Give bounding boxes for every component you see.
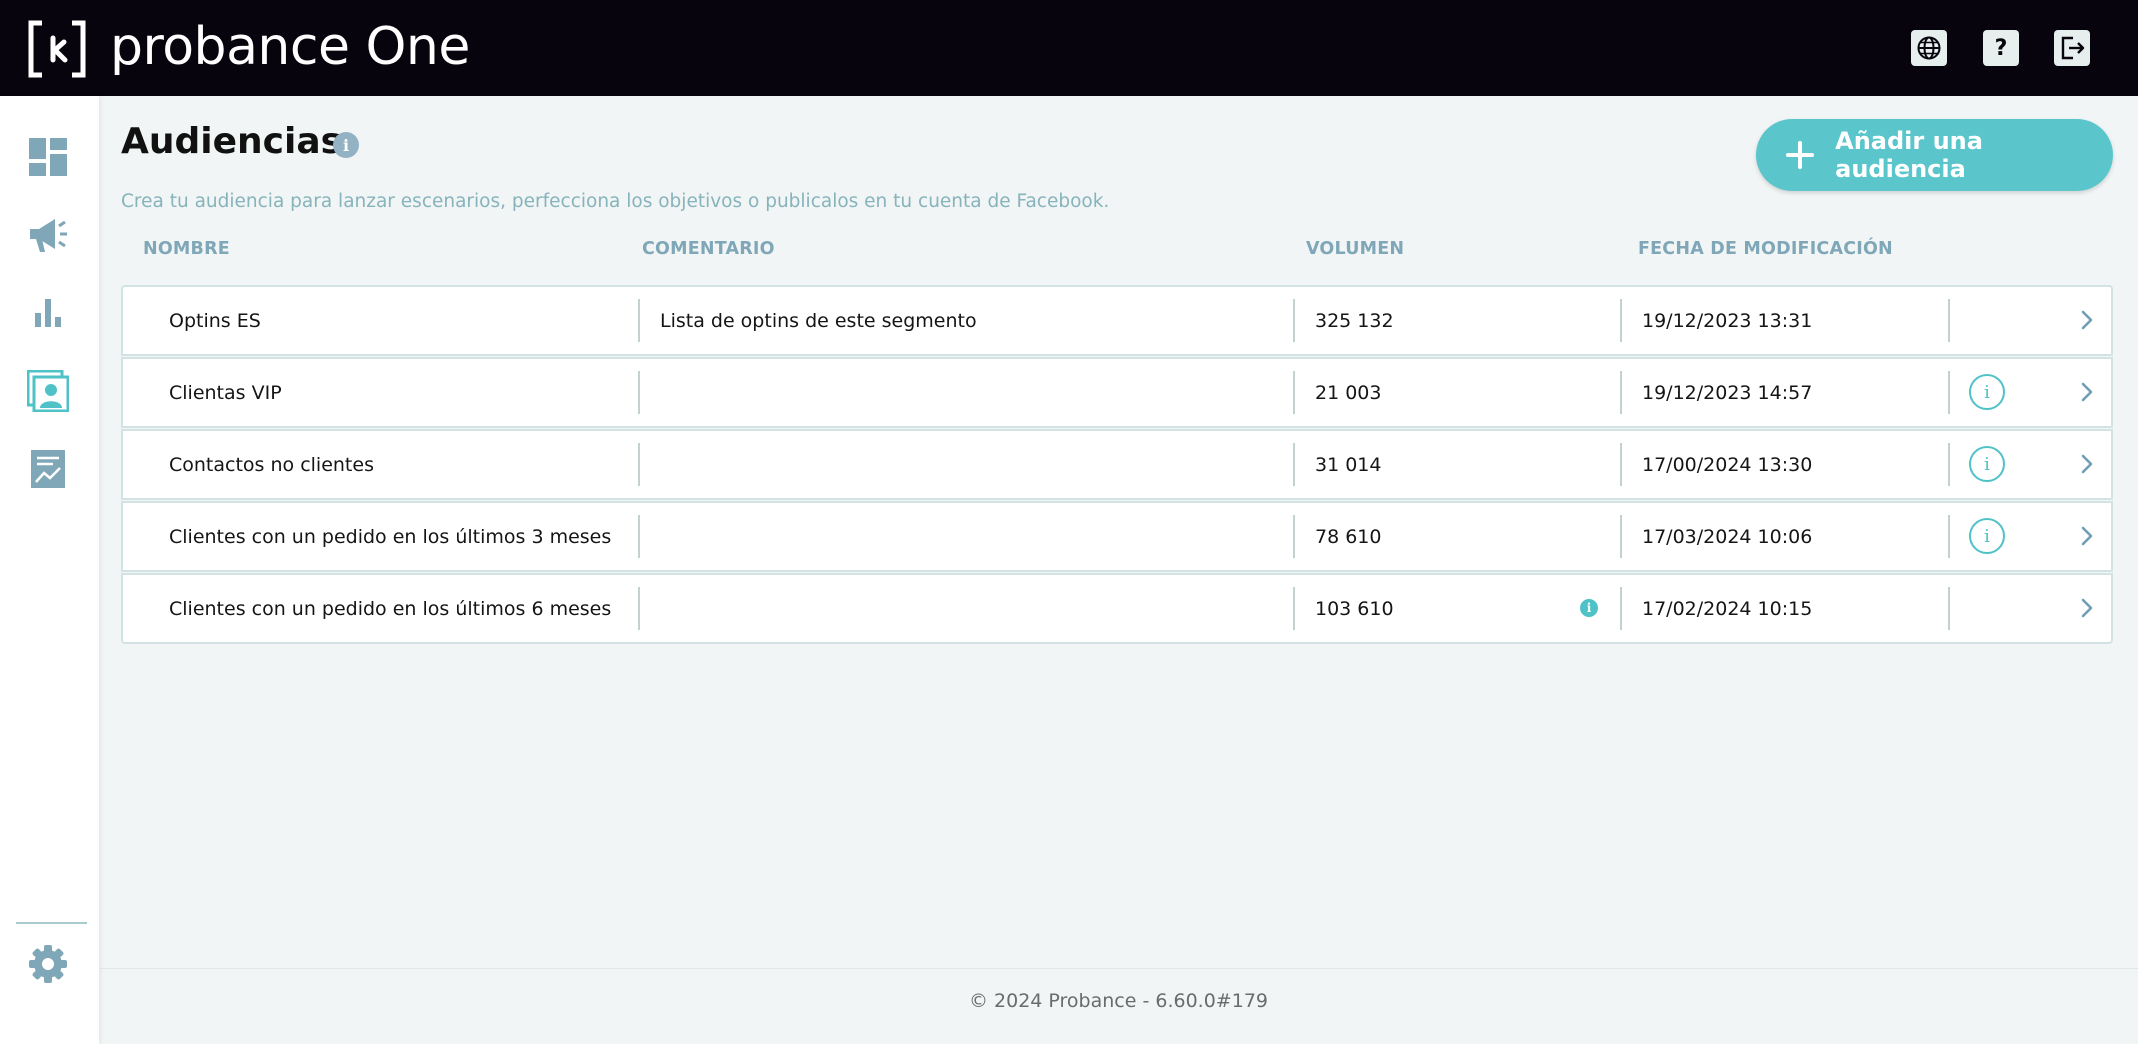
column-separator (1293, 587, 1295, 630)
column-separator (1620, 371, 1622, 414)
row-volume: 325 132 (1315, 309, 1394, 332)
sidebar (0, 96, 99, 1044)
row-volume: 78 610 (1315, 525, 1382, 548)
row-date: 17/03/2024 10:06 (1642, 525, 1813, 548)
column-separator (1620, 515, 1622, 558)
table-row[interactable]: Optins ES Lista de optins de este segmen… (121, 285, 2113, 356)
column-separator (638, 443, 640, 486)
brand-name: probance One (110, 17, 470, 77)
row-volume: 21 003 (1315, 381, 1382, 404)
row-name: Clientes con un pedido en los últimos 6 … (169, 597, 612, 620)
probance-logo-icon (28, 20, 86, 78)
add-audience-button[interactable]: Añadir una audiencia (1756, 119, 2113, 191)
column-header-comment: COMENTARIO (642, 239, 775, 259)
top-bar: probance One ? (0, 0, 2138, 96)
report-icon (31, 450, 65, 488)
row-name: Optins ES (169, 309, 261, 332)
column-separator (1948, 371, 1950, 414)
page-subtitle: Crea tu audiencia para lanzar escenarios… (121, 191, 1110, 212)
info-icon[interactable]: i (1969, 446, 2005, 482)
chevron-right-icon[interactable] (2075, 308, 2099, 332)
row-volume: 31 014 (1315, 453, 1382, 476)
chevron-right-icon[interactable] (2075, 524, 2099, 548)
column-separator (1293, 515, 1295, 558)
info-icon[interactable]: i (1969, 518, 2005, 554)
logout-icon[interactable] (2054, 30, 2090, 66)
footer-divider (99, 968, 2138, 969)
bar-chart-icon (35, 299, 61, 327)
column-separator (1620, 299, 1622, 342)
megaphone-icon (30, 219, 67, 252)
volume-info-icon[interactable]: i (1580, 599, 1598, 617)
column-separator (1620, 443, 1622, 486)
row-date: 19/12/2023 14:57 (1642, 381, 1813, 404)
table-row[interactable]: Clientes con un pedido en los últimos 6 … (121, 573, 2113, 644)
help-icon[interactable]: ? (1983, 30, 2019, 66)
chevron-right-icon[interactable] (2075, 452, 2099, 476)
dashboard-icon (29, 138, 67, 176)
audience-icon (27, 370, 69, 412)
settings-icon[interactable] (27, 943, 69, 985)
sidebar-divider (16, 922, 87, 924)
globe-icon[interactable] (1911, 30, 1947, 66)
title-info-icon[interactable]: i (333, 132, 359, 158)
row-volume: 103 610 (1315, 597, 1394, 620)
column-separator (1948, 587, 1950, 630)
sidebar-item-dashboard[interactable] (27, 136, 69, 178)
row-name: Clientes con un pedido en los últimos 3 … (169, 525, 612, 548)
chevron-right-icon[interactable] (2075, 380, 2099, 404)
column-separator (638, 515, 640, 558)
column-header-date: FECHA DE MODIFICACIÓN (1638, 239, 1893, 259)
column-separator (638, 371, 640, 414)
sidebar-item-campaigns[interactable] (27, 214, 69, 256)
row-date: 19/12/2023 13:31 (1642, 309, 1813, 332)
column-separator (1293, 299, 1295, 342)
sidebar-item-audiences[interactable] (27, 370, 69, 412)
table-row[interactable]: Clientas VIP 21 003 19/12/2023 14:57 i (121, 357, 2113, 428)
table-row[interactable]: Contactos no clientes 31 014 17/00/2024 … (121, 429, 2113, 500)
column-separator (1293, 443, 1295, 486)
add-audience-label: Añadir una audiencia (1835, 127, 1983, 183)
column-separator (1948, 443, 1950, 486)
column-separator (1948, 515, 1950, 558)
page-title: Audiencias (121, 121, 343, 162)
row-comment: Lista de optins de este segmento (660, 309, 977, 332)
sidebar-item-statistics[interactable] (27, 292, 69, 334)
table-row[interactable]: Clientes con un pedido en los últimos 3 … (121, 501, 2113, 572)
sidebar-item-reports[interactable] (27, 448, 69, 490)
column-separator (1293, 371, 1295, 414)
row-name: Clientas VIP (169, 381, 282, 404)
row-name: Contactos no clientes (169, 453, 374, 476)
row-date: 17/00/2024 13:30 (1642, 453, 1813, 476)
column-separator (1620, 587, 1622, 630)
info-icon[interactable]: i (1969, 374, 2005, 410)
audience-table: Optins ES Lista de optins de este segmen… (121, 285, 2113, 645)
chevron-right-icon[interactable] (2075, 596, 2099, 620)
plus-icon (1786, 141, 1815, 169)
row-date: 17/02/2024 10:15 (1642, 597, 1813, 620)
column-separator (638, 299, 640, 342)
footer-copyright: © 2024 Probance - 6.60.0#179 (968, 990, 1268, 1012)
column-separator (638, 587, 640, 630)
column-header-volume: VOLUMEN (1306, 239, 1405, 259)
column-header-name: NOMBRE (143, 239, 230, 259)
column-separator (1948, 299, 1950, 342)
